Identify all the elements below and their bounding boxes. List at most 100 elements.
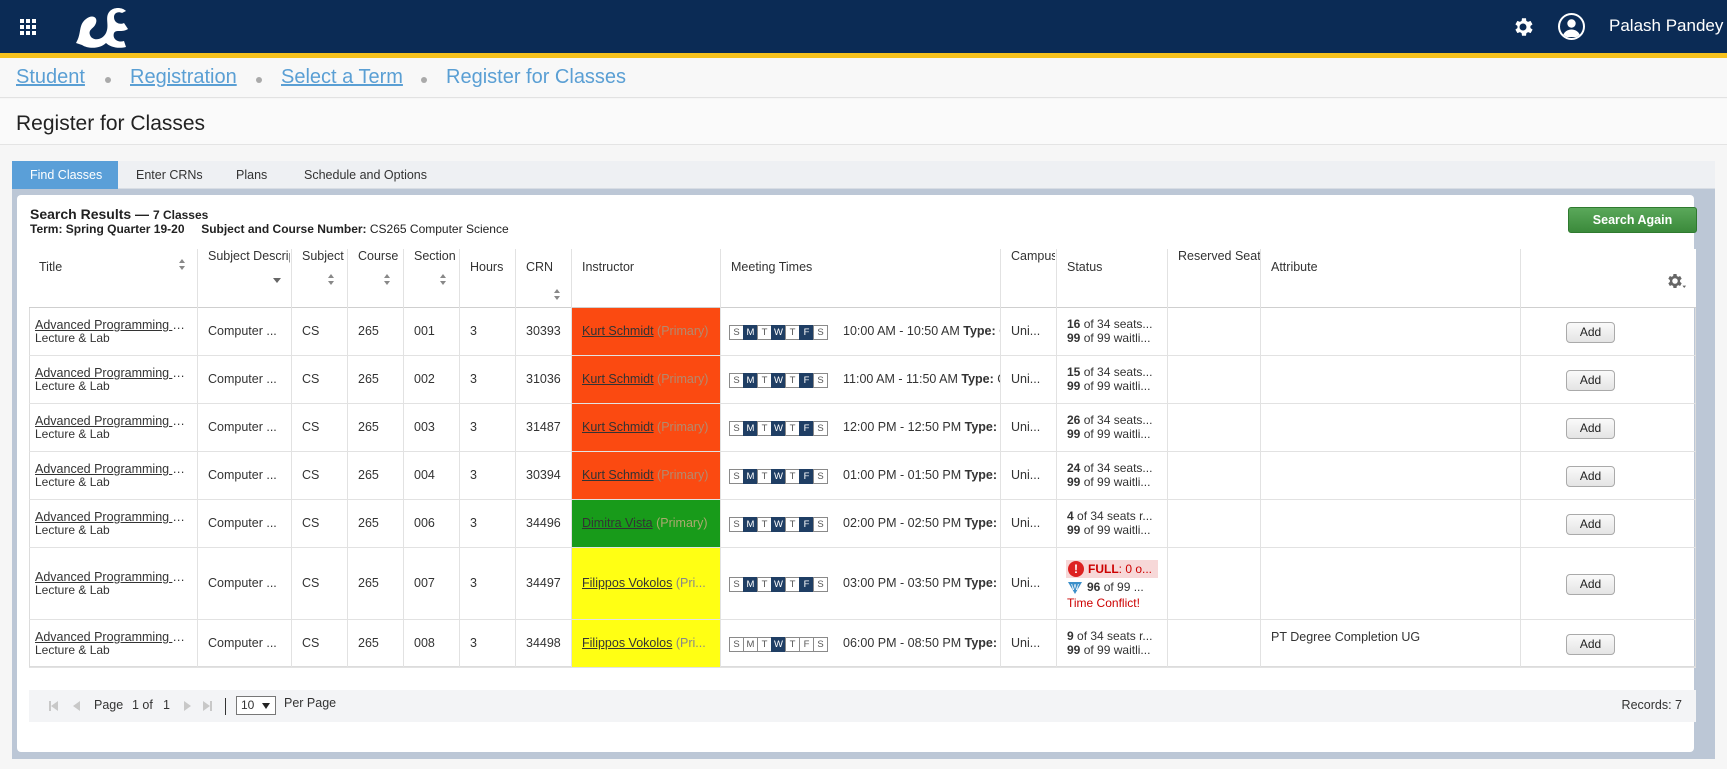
day-indicator: S xyxy=(813,373,828,388)
column-header-section[interactable]: Section xyxy=(404,249,460,308)
cell-hours-container: 3 xyxy=(460,356,516,403)
cell-attribute-container xyxy=(1261,548,1521,619)
cell-campus-container: Uni... xyxy=(1001,548,1057,619)
chevron-down-icon[interactable] xyxy=(273,278,281,283)
course-title-link[interactable]: Advanced Programming T... xyxy=(35,414,185,428)
cell-instructor-container: Kurt Schmidt (Primary) xyxy=(572,404,721,451)
column-header-title[interactable]: Title xyxy=(29,249,198,308)
column-header-instructor[interactable]: Instructor xyxy=(572,249,721,308)
dragon-logo[interactable] xyxy=(68,3,134,51)
cell-title-container: Advanced Programming T... Lecture & Lab xyxy=(29,308,198,355)
course-attribute: PT Degree Completion UG xyxy=(1271,630,1421,644)
table-row: Advanced Programming T... Lecture & Lab Co… xyxy=(29,308,1696,356)
column-settings-gear-icon[interactable] xyxy=(1665,270,1687,292)
breadcrumb-select-term[interactable]: Select a Term xyxy=(281,66,403,89)
breadcrumb-registration[interactable]: Registration xyxy=(130,66,237,89)
instructor-link[interactable]: Kurt Schmidt xyxy=(582,372,654,386)
cell-crn-container: 31487 xyxy=(516,404,572,451)
last-page-icon[interactable] xyxy=(203,701,210,711)
day-indicator: S xyxy=(729,517,744,532)
column-header-subject[interactable]: Subject xyxy=(292,249,348,308)
course-title-link[interactable]: Advanced Programming T... xyxy=(35,630,185,644)
table-header: Title Subject Descrip Subject Course I S… xyxy=(29,249,1696,308)
day-indicator: M xyxy=(743,373,758,388)
day-indicator: M xyxy=(743,517,758,532)
user-name[interactable]: Palash Pandey xyxy=(1609,16,1723,36)
day-indicator: W xyxy=(771,325,786,340)
sort-icon[interactable] xyxy=(384,274,391,285)
add-class-button[interactable]: Add xyxy=(1566,634,1615,655)
previous-page-icon[interactable] xyxy=(73,701,80,711)
add-class-button[interactable]: Add xyxy=(1566,574,1615,595)
sort-icon[interactable] xyxy=(554,289,561,300)
column-header-course[interactable]: Course I xyxy=(348,249,404,308)
cell-crn: 31036 xyxy=(526,372,561,386)
sort-icon[interactable] xyxy=(179,259,186,270)
apps-grid-icon[interactable] xyxy=(20,19,36,35)
sort-icon[interactable] xyxy=(440,274,447,285)
instructor-link[interactable]: Kurt Schmidt xyxy=(582,324,654,338)
column-header-reserved-seats[interactable]: Reserved Seat xyxy=(1168,249,1261,308)
course-title-link[interactable]: Advanced Programming T... xyxy=(35,318,185,332)
settings-gear-icon[interactable] xyxy=(1511,15,1535,39)
seats-text: of 34 seats... xyxy=(1083,317,1153,331)
cell-instructor-container: Kurt Schmidt (Primary) xyxy=(572,356,721,403)
course-title-link[interactable]: Advanced Programming T... xyxy=(35,510,185,524)
column-header-crn[interactable]: CRN xyxy=(516,249,572,308)
waitlist-text: of 99 waitli... xyxy=(1083,427,1151,441)
course-title-link[interactable]: Advanced Programming T... xyxy=(35,366,185,380)
cell-status-container: 24 of 34 seats... 99 of 99 waitli... xyxy=(1057,452,1168,499)
cell-hours-container: 3 xyxy=(460,548,516,619)
tab-find-classes[interactable]: Find Classes xyxy=(12,161,118,189)
first-page-icon[interactable] xyxy=(51,701,58,711)
meeting-type-label: Type: xyxy=(961,372,994,386)
seats-text: of 34 seats... xyxy=(1083,413,1153,427)
day-indicator: T xyxy=(785,469,800,484)
tab-plans[interactable]: Plans xyxy=(218,161,285,189)
cell-campus: Uni... xyxy=(1011,420,1041,434)
add-class-button[interactable]: Add xyxy=(1566,514,1615,535)
add-class-button[interactable]: Add xyxy=(1566,370,1615,391)
meeting-time: 03:00 PM - 03:50 PM xyxy=(843,576,962,590)
cell-status-container: 4 of 34 seats r... 99 of 99 waitli... xyxy=(1057,500,1168,547)
waitlist-number: 99 xyxy=(1067,379,1081,393)
add-class-button[interactable]: Add xyxy=(1566,418,1615,439)
cell-section-container: 008 xyxy=(404,620,460,667)
breadcrumb-student[interactable]: Student xyxy=(16,66,85,89)
column-header-attribute[interactable]: Attribute xyxy=(1261,249,1521,308)
instructor-link[interactable]: Kurt Schmidt xyxy=(582,468,654,482)
cell-subject: CS xyxy=(302,324,320,338)
seats-text: of 34 seats... xyxy=(1083,461,1153,475)
tab-enter-crns[interactable]: Enter CRNs xyxy=(118,161,221,189)
course-title-link[interactable]: Advanced Programming T... xyxy=(35,570,185,584)
meeting-time: 12:00 PM - 12:50 PM xyxy=(843,420,962,434)
cell-crn-container: 30393 xyxy=(516,308,572,355)
column-title-label: Title xyxy=(39,260,63,274)
day-indicator: F xyxy=(799,517,814,532)
cell-course: 265 xyxy=(358,420,379,434)
day-indicator: S xyxy=(813,577,828,592)
search-again-button[interactable]: Search Again xyxy=(1568,207,1697,233)
column-header-status[interactable]: Status xyxy=(1057,249,1168,308)
cell-course: 265 xyxy=(358,516,379,530)
instructor-link[interactable]: Filippos Vokolos xyxy=(582,636,672,650)
instructor-link[interactable]: Dimitra Vista xyxy=(582,516,653,530)
column-header-subject-description[interactable]: Subject Descrip xyxy=(198,249,292,308)
course-title-link[interactable]: Advanced Programming T... xyxy=(35,462,185,476)
day-indicator: T xyxy=(757,325,772,340)
cell-campus: Uni... xyxy=(1011,516,1041,530)
tab-schedule-options[interactable]: Schedule and Options xyxy=(286,161,445,189)
cell-section: 001 xyxy=(414,324,435,338)
column-header-hours[interactable]: Hours xyxy=(460,249,516,308)
instructor-link[interactable]: Kurt Schmidt xyxy=(582,420,654,434)
next-page-icon[interactable] xyxy=(184,701,191,711)
per-page-select[interactable]: 10 xyxy=(236,696,276,715)
sort-icon[interactable] xyxy=(328,274,335,285)
column-header-meeting-times[interactable]: Meeting Times xyxy=(721,249,1001,308)
add-class-button[interactable]: Add xyxy=(1566,466,1615,487)
instructor-link[interactable]: Filippos Vokolos xyxy=(582,576,672,590)
column-header-campus[interactable]: Campus xyxy=(1001,249,1057,308)
add-class-button[interactable]: Add xyxy=(1566,322,1615,343)
page-label: Page xyxy=(94,698,124,712)
user-avatar-icon[interactable] xyxy=(1558,13,1585,40)
